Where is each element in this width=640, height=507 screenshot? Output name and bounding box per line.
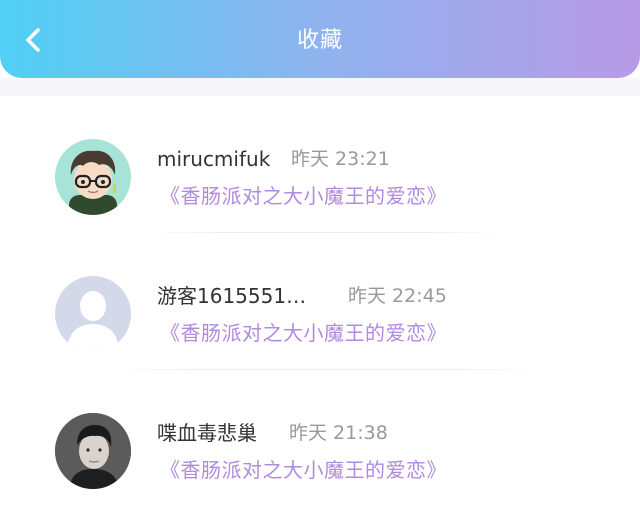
- username: 游客1615551…: [157, 284, 307, 308]
- work-title-link[interactable]: 《香肠派对之大小魔王的爱恋》: [160, 319, 447, 347]
- list-item[interactable]: 游客1615551… 昨天 22:45 《香肠派对之大小魔王的爱恋》: [0, 233, 640, 370]
- avatar[interactable]: [55, 276, 131, 352]
- photo-avatar: [55, 413, 131, 489]
- work-title-link[interactable]: 《香肠派对之大小魔王的爱恋》: [160, 456, 447, 484]
- timestamp: 昨天 22:45: [348, 285, 447, 307]
- avatar[interactable]: [55, 413, 131, 489]
- default-user-avatar: [55, 276, 131, 352]
- username: mirucmifuk: [157, 147, 271, 171]
- avatar[interactable]: [55, 139, 131, 215]
- list-item[interactable]: 喋血毒悲巢 昨天 21:38 《香肠派对之大小魔王的爱恋》: [0, 370, 640, 507]
- header-bar: 收藏: [0, 0, 640, 78]
- timestamp: 昨天 21:38: [289, 422, 388, 444]
- cartoon-boy-avatar: [55, 139, 131, 215]
- page-title: 收藏: [296, 28, 343, 53]
- timestamp: 昨天 23:21: [291, 148, 390, 170]
- list-item[interactable]: mirucmifuk 昨天 23:21 《香肠派对之大小魔王的爱恋》: [0, 96, 640, 233]
- work-title-link[interactable]: 《香肠派对之大小魔王的爱恋》: [160, 182, 447, 210]
- header-gap: [0, 78, 640, 96]
- username: 喋血毒悲巢: [157, 421, 257, 445]
